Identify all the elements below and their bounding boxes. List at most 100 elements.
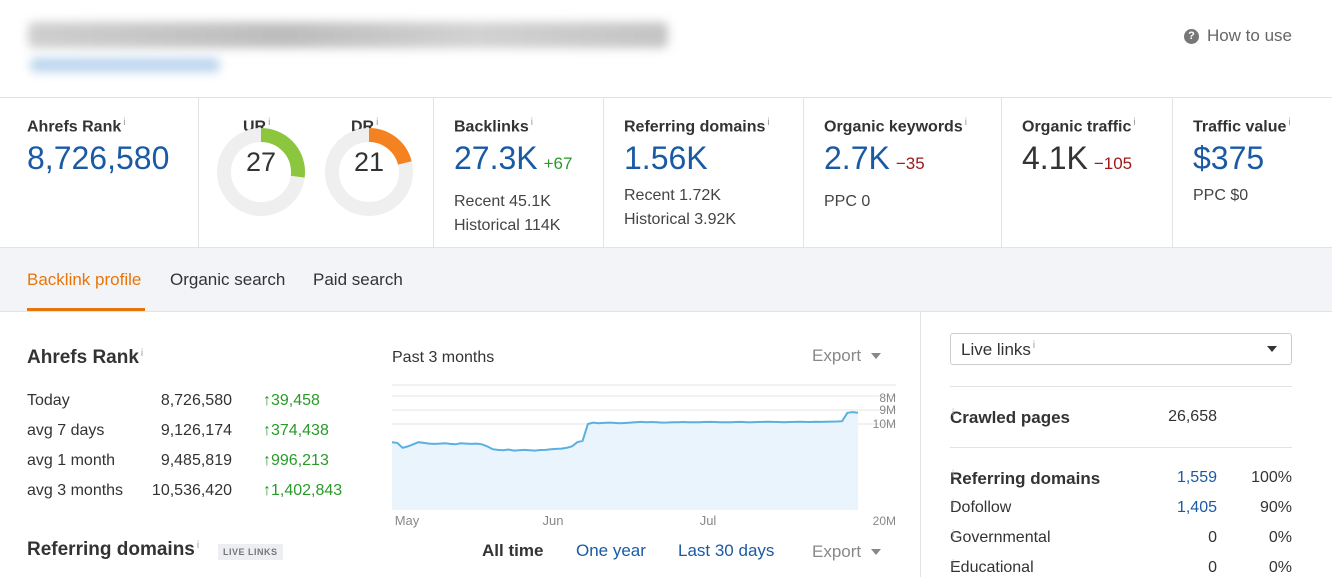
rank-value: 10,536,420: [151, 482, 232, 499]
y-tick-label: 9M: [879, 403, 896, 417]
chart-title: Past 3 months: [392, 349, 495, 366]
range-last-30-days[interactable]: Last 30 days: [678, 541, 774, 561]
section-title: Referring domains: [27, 539, 195, 560]
live-links-badge: LIVE LINKS: [218, 544, 283, 560]
info-icon[interactable]: i: [1033, 340, 1035, 351]
divider: [950, 386, 1292, 387]
info-icon[interactable]: i: [1133, 117, 1135, 128]
chart-area: [392, 412, 858, 510]
metric-label: Referring domains: [624, 118, 766, 136]
chevron-down-icon: [1267, 346, 1277, 352]
backlinks-value[interactable]: 27.3K: [454, 140, 538, 176]
rank-diff: ↑374,438: [263, 422, 329, 439]
info-icon[interactable]: i: [952, 408, 954, 419]
metric-label: Organic keywords: [824, 118, 963, 136]
how-to-use-link[interactable]: ? How to use: [1183, 26, 1292, 46]
metrics-row: Ahrefs Rank i 8,726,580 UR i 27 DR i 21 Bac…: [0, 98, 1332, 248]
stat-value[interactable]: 1,559: [1177, 469, 1217, 487]
traffic-value-value[interactable]: $375: [1193, 140, 1332, 176]
crawled-pages-row: Crawled pages i 26,658: [950, 408, 1292, 432]
metric-backlinks: Backlinks i 27.3K +67 Recent 45.1K Histori…: [434, 98, 604, 248]
range-one-year[interactable]: One year: [576, 541, 646, 561]
rank-label: avg 3 months: [27, 482, 124, 499]
site-title-redacted: [28, 22, 668, 48]
backlinks-delta: +67: [543, 154, 573, 174]
organic-keywords-delta: −35: [895, 154, 925, 174]
rank-value: 9,126,174: [160, 422, 232, 439]
tab-backlink-profile[interactable]: Backlink profile: [27, 270, 141, 290]
y-tick-label: 20M: [873, 514, 896, 528]
info-icon[interactable]: i: [531, 117, 533, 128]
referring-domains-export-button[interactable]: Export: [812, 542, 882, 562]
live-links-select[interactable]: Live links i: [950, 333, 1292, 365]
metric-label: Organic traffic: [1022, 118, 1132, 136]
rank-chart: 8M 9M 10M 20M May Jun Jul: [391, 384, 896, 528]
chevron-down-icon: [871, 353, 882, 359]
backlinks-recent: Recent 45.1K: [454, 193, 551, 211]
ahrefs-rank-panel: Ahrefs Rank i Today 8,726,580 ↑39,458 avg…: [0, 312, 921, 577]
organic-traffic-delta: −105: [1093, 154, 1133, 174]
stat-row: Dofollow i 1,405 90%: [950, 499, 1292, 523]
export-label: Export: [812, 542, 862, 561]
info-icon[interactable]: i: [1288, 117, 1290, 128]
rank-diff: ↑39,458: [263, 392, 320, 409]
stat-label: Referring domains: [950, 469, 1101, 488]
stat-value: 0: [1208, 529, 1217, 546]
stat-row: Governmental i 0 0%: [950, 529, 1292, 553]
backlinks-historical: Historical 114K: [454, 217, 561, 235]
info-icon[interactable]: i: [952, 499, 954, 510]
x-tick-label: Jul: [700, 513, 717, 528]
info-icon[interactable]: i: [952, 529, 954, 540]
site-header: ? How to use: [0, 0, 1332, 98]
info-icon[interactable]: i: [952, 559, 954, 570]
referring-domains-value[interactable]: 1.56K: [624, 140, 803, 176]
traffic-value-ppc: PPC $0: [1193, 187, 1249, 205]
export-label: Export: [812, 346, 862, 365]
divider: [950, 447, 1292, 448]
organic-keywords-value[interactable]: 2.7K: [824, 140, 890, 176]
metric-label: Traffic value: [1193, 118, 1287, 136]
rank-value: 9,485,819: [160, 452, 232, 469]
rank-export-button[interactable]: Export: [812, 346, 882, 366]
metric-ur-dr: UR i 27 DR i 21: [199, 98, 434, 248]
tab-paid-search[interactable]: Paid search: [313, 270, 403, 290]
site-url-redacted[interactable]: [30, 58, 220, 72]
organic-traffic-value: 4.1K: [1022, 140, 1088, 177]
metric-ahrefs-rank: Ahrefs Rank i 8,726,580: [0, 98, 199, 248]
chevron-down-icon: [871, 549, 882, 555]
how-to-use-label: How to use: [1206, 26, 1292, 45]
metric-referring-domains: Referring domains i 1.56K Recent 1.72K Hi…: [604, 98, 804, 248]
stat-percent: 0%: [1268, 529, 1292, 546]
stat-value: 26,658: [1168, 408, 1217, 425]
rank-diff: ↑1,402,843: [263, 482, 343, 499]
dr-gauge: DR i 21: [325, 98, 417, 248]
help-icon: ?: [1183, 28, 1199, 44]
stat-value[interactable]: 1,405: [1177, 499, 1217, 517]
metric-organic-keywords: Organic keywords i 2.7K −35 PPC 0: [804, 98, 1002, 248]
info-icon[interactable]: i: [197, 540, 199, 551]
metric-value: 8,726,580: [27, 140, 170, 177]
link-stats-panel: Live links i Crawled pages i 26,658 Referr…: [921, 312, 1332, 577]
rank-value: 8,726,580: [160, 392, 232, 409]
metric-label: Ahrefs Rank: [27, 118, 122, 136]
info-icon[interactable]: i: [965, 117, 967, 128]
tab-organic-search[interactable]: Organic search: [170, 270, 285, 290]
rank-label: avg 7 days: [27, 422, 105, 439]
rank-label: Today: [27, 392, 70, 409]
range-all-time[interactable]: All time: [482, 541, 543, 561]
metric-organic-traffic: Organic traffic i 4.1K −105: [1002, 98, 1173, 248]
stat-label: Crawled pages: [950, 408, 1070, 427]
info-icon[interactable]: i: [767, 117, 769, 128]
stat-label: Dofollow: [950, 499, 1012, 516]
x-tick-label: Jun: [543, 513, 564, 528]
rank-diff: ↑996,213: [263, 452, 329, 469]
metric-label: Backlinks: [454, 118, 529, 136]
stat-label: Governmental: [950, 529, 1051, 546]
info-icon[interactable]: i: [123, 117, 125, 128]
dr-value: 21: [353, 147, 385, 177]
stat-label: Educational: [950, 559, 1034, 576]
info-icon[interactable]: i: [952, 469, 954, 480]
info-icon[interactable]: i: [141, 348, 143, 359]
stat-value: 0: [1208, 559, 1217, 576]
stat-row: Referring domains i 1,559 100%: [950, 469, 1292, 493]
